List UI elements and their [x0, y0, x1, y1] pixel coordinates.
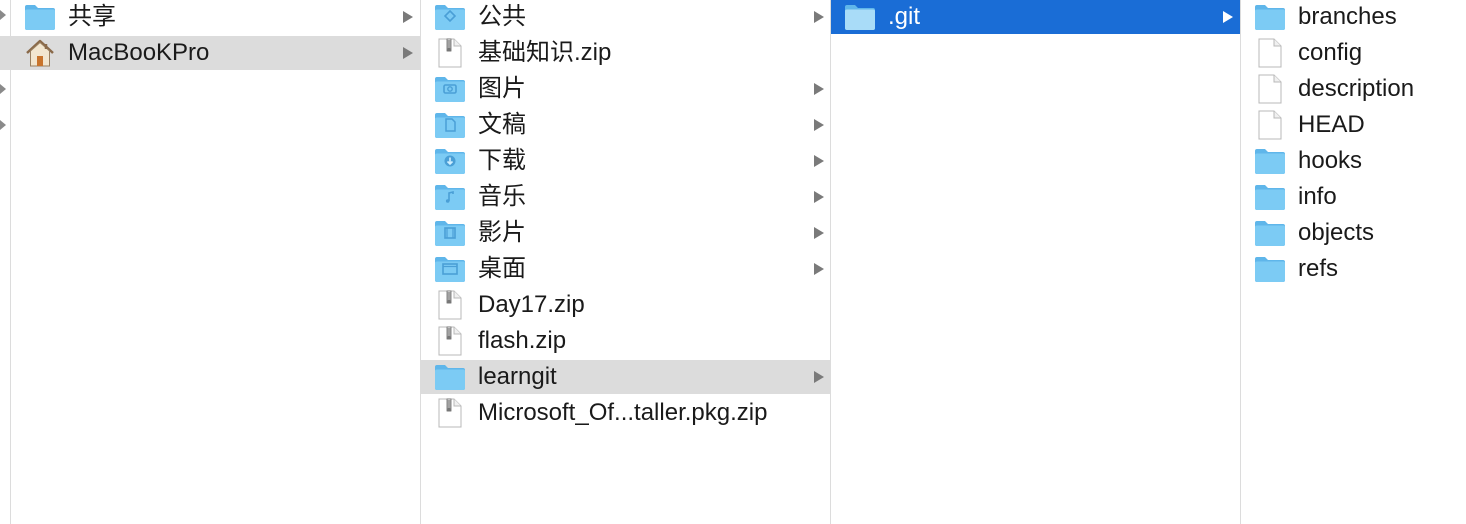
disclosure-arrow-icon: [0, 120, 6, 130]
item-label: flash.zip: [478, 327, 567, 354]
list-item[interactable]: 公共: [421, 0, 830, 34]
item-label: branches: [1298, 3, 1397, 30]
zip-file-icon: [434, 38, 466, 68]
item-label: 基础知识.zip: [478, 39, 612, 66]
disclosure-arrow-icon: [814, 155, 824, 167]
list-item[interactable]: Microsoft_Of...taller.pkg.zip: [421, 396, 830, 430]
column-3: .git: [831, 0, 1240, 524]
item-label: 公共: [478, 3, 526, 30]
item-label: 文稿: [478, 111, 526, 138]
list-item[interactable]: info: [1241, 180, 1466, 214]
item-label: refs: [1298, 255, 1339, 282]
disclosure-arrow-icon: [0, 10, 6, 20]
home-icon: [24, 38, 56, 68]
zip-file-icon: [434, 290, 466, 320]
pictures-folder-icon: [434, 74, 466, 104]
folder-icon: [1254, 254, 1286, 284]
item-label: 影片: [478, 219, 526, 246]
folder-icon: [434, 362, 466, 392]
list-item[interactable]: 音乐: [421, 180, 830, 214]
disclosure-arrow-icon: [814, 371, 824, 383]
item-label: 音乐: [478, 183, 526, 210]
disclosure-arrow-icon: [814, 11, 824, 23]
disclosure-arrow-icon: [814, 191, 824, 203]
list-item[interactable]: 图片: [421, 72, 830, 106]
list-item[interactable]: 下载: [421, 144, 830, 178]
downloads-folder-icon: [434, 146, 466, 176]
movies-folder-icon: [434, 218, 466, 248]
item-label: 图片: [478, 75, 526, 102]
item-label: Day17.zip: [478, 291, 585, 318]
folder-icon: [1254, 146, 1286, 176]
file-icon: [1254, 110, 1286, 140]
folder-icon: [1254, 182, 1286, 212]
list-item-git[interactable]: .git: [831, 0, 1240, 34]
disclosure-arrow-icon: [0, 84, 6, 94]
list-item[interactable]: branches: [1241, 0, 1466, 34]
documents-folder-icon: [434, 110, 466, 140]
public-folder-icon: [434, 2, 466, 32]
desktop-folder-icon: [434, 254, 466, 284]
disclosure-arrow-icon: [814, 83, 824, 95]
item-label: description: [1298, 75, 1415, 102]
folder-icon: [1254, 218, 1286, 248]
item-label: Microsoft_Of...taller.pkg.zip: [478, 399, 768, 426]
item-label: info: [1298, 183, 1337, 210]
zip-file-icon: [434, 398, 466, 428]
list-item[interactable]: description: [1241, 72, 1466, 106]
selected-row-edge: [0, 36, 10, 70]
list-item-macbookpro[interactable]: MacBooKPro: [11, 36, 420, 70]
list-item[interactable]: refs: [1241, 252, 1466, 286]
list-item[interactable]: objects: [1241, 216, 1466, 250]
disclosure-arrow-icon: [814, 263, 824, 275]
item-label: learngit: [478, 363, 557, 390]
list-item[interactable]: 桌面: [421, 252, 830, 286]
list-item[interactable]: hooks: [1241, 144, 1466, 178]
list-item[interactable]: flash.zip: [421, 324, 830, 358]
item-label: MacBooKPro: [68, 39, 210, 66]
item-label: config: [1298, 39, 1363, 66]
item-label: 下载: [478, 147, 526, 174]
list-item[interactable]: config: [1241, 36, 1466, 70]
zip-file-icon: [434, 326, 466, 356]
item-label: hooks: [1298, 147, 1363, 174]
disclosure-arrow-icon: [814, 227, 824, 239]
list-item[interactable]: Day17.zip: [421, 288, 830, 322]
column-1: 共享 MacBooKPro: [11, 0, 420, 524]
disclosure-arrow-icon: [403, 47, 413, 59]
column-4: branches config description HEAD hooks info ob…: [1241, 0, 1466, 524]
music-folder-icon: [434, 182, 466, 212]
column-2: 公共基础知识.zip 图片文稿下载音乐影片桌面 Day17.zip flash.zip…: [421, 0, 830, 524]
list-item[interactable]: 基础知识.zip: [421, 36, 830, 70]
item-label: 桌面: [478, 255, 526, 282]
list-item[interactable]: 文稿: [421, 108, 830, 142]
file-icon: [1254, 74, 1286, 104]
list-item[interactable]: 影片: [421, 216, 830, 250]
item-label: HEAD: [1298, 111, 1365, 138]
item-label: objects: [1298, 219, 1375, 246]
list-item[interactable]: HEAD: [1241, 108, 1466, 142]
disclosure-arrow-icon: [814, 119, 824, 131]
list-item-shared[interactable]: 共享: [11, 0, 420, 34]
item-label: 共享: [68, 3, 116, 30]
disclosure-arrow-icon: [1223, 11, 1233, 23]
file-icon: [1254, 38, 1286, 68]
folder-icon: [1254, 2, 1286, 32]
item-label: .git: [888, 3, 921, 30]
disclosure-arrow-icon: [403, 11, 413, 23]
folder-icon: [24, 2, 56, 32]
folder-icon: [844, 2, 876, 32]
list-item[interactable]: learngit: [421, 360, 830, 394]
